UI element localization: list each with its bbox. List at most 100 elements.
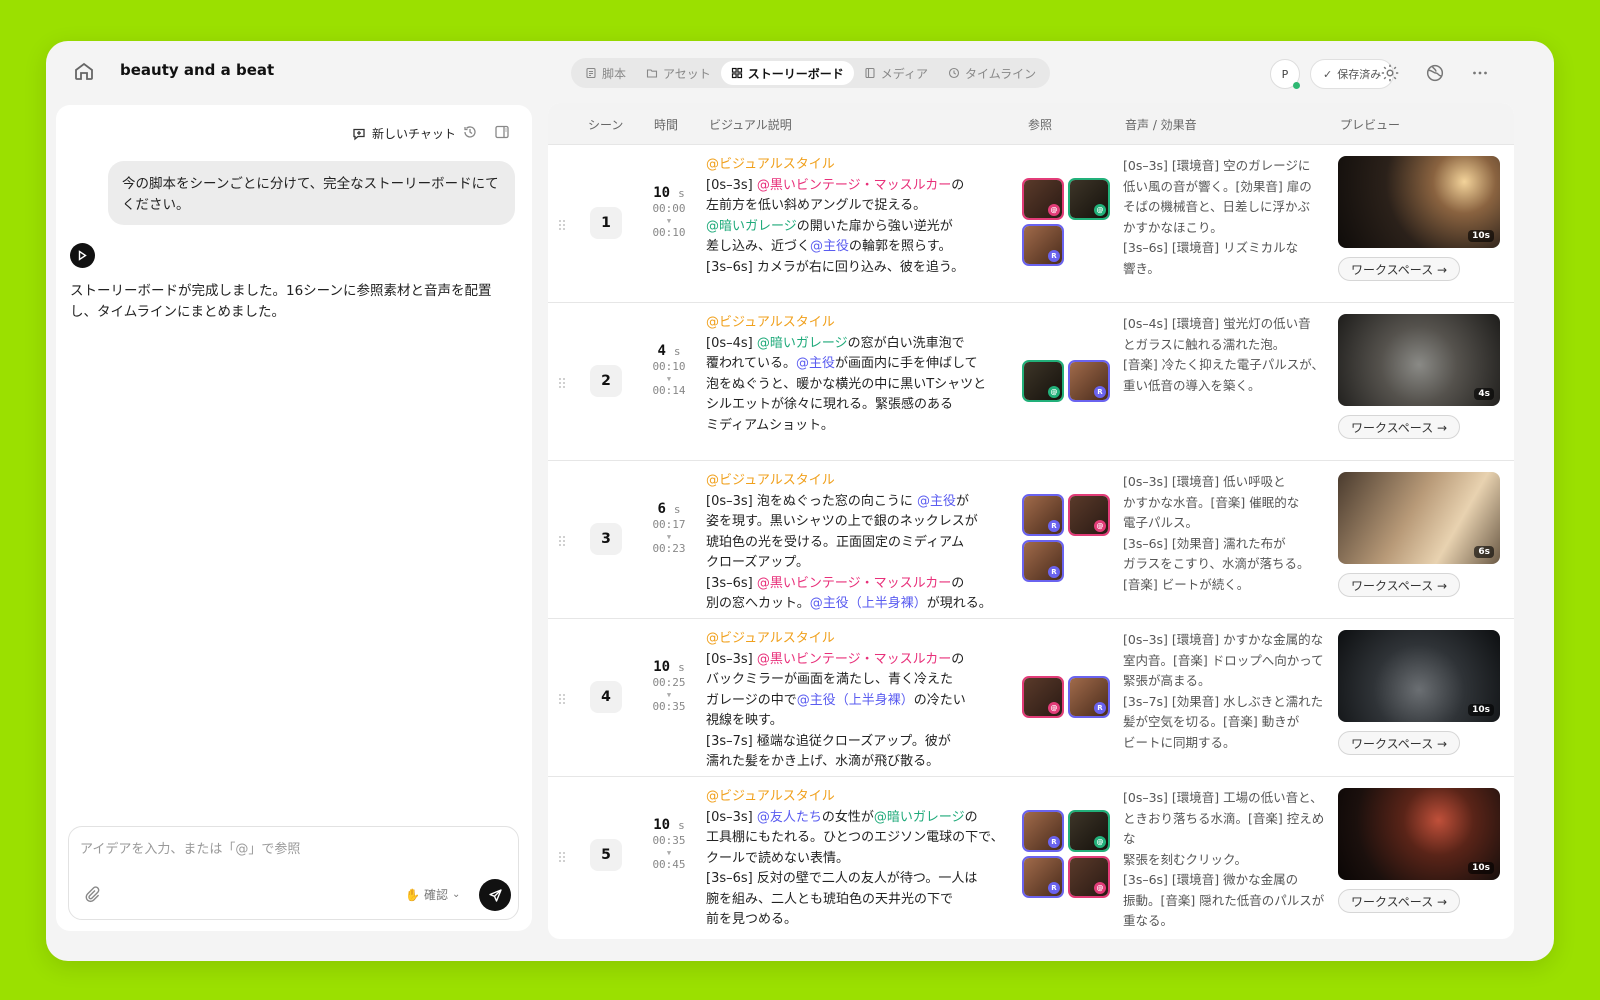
visual-text: [0s–4s]: [706, 335, 757, 351]
visual-line: 差し込み、近づく@主役の輪郭を照らす。: [706, 237, 1012, 258]
tab-media[interactable]: メディア: [854, 61, 938, 85]
reference-thumbnail[interactable]: R: [1022, 540, 1064, 582]
visual-line: [3s–6s] @黒いビンテージ・マッスルカーの: [706, 574, 1012, 595]
table-row: 4 10 s 00:25 ▼ 00:35 @ビジュアルスタイル [0s–3s] @黒いビンテー…: [548, 618, 1514, 776]
scene-duration: 10 s 00:00 ▼ 00:10: [644, 185, 694, 241]
reference-thumbnail[interactable]: @: [1068, 810, 1110, 852]
col-preview: プレビュー: [1340, 118, 1401, 132]
confirm-mode-dropdown[interactable]: ✋ 確認 ⌄: [405, 886, 460, 903]
send-button[interactable]: [479, 879, 511, 911]
visual-style-tag[interactable]: @ビジュアルスタイル: [706, 155, 1012, 176]
reference-thumbnail[interactable]: @: [1022, 676, 1064, 718]
scene-number: 1: [590, 207, 622, 239]
visual-style-tag[interactable]: @ビジュアルスタイル: [706, 471, 1012, 492]
reference-thumbnail[interactable]: @: [1068, 856, 1110, 898]
mention-tag[interactable]: @主役: [917, 494, 956, 509]
attach-paperclip-icon[interactable]: [83, 885, 101, 903]
settings-gear-icon[interactable]: [1379, 62, 1401, 84]
audio-line: [0s–3s] [環境音] 工場の低い音と、: [1123, 790, 1323, 805]
drag-handle-icon[interactable]: [558, 377, 566, 389]
visual-style-tag[interactable]: @ビジュアルスタイル: [706, 313, 1012, 334]
new-chat-button[interactable]: 新しいチャット: [352, 125, 456, 142]
audio-line: そばの機械音と、日差しに浮かぶ: [1123, 199, 1311, 214]
end-time: 00:35: [652, 700, 686, 713]
reference-thumbnail[interactable]: @: [1068, 178, 1110, 220]
more-menu-icon[interactable]: [1469, 62, 1491, 84]
visual-description: @ビジュアルスタイル [0s–3s] @黒いビンテージ・マッスルカーの バックミラー…: [706, 629, 1012, 773]
history-icon[interactable]: [462, 124, 478, 140]
workspace-button[interactable]: ワークスペース →: [1338, 257, 1461, 281]
audio-line: 電子パルス。: [1123, 515, 1199, 530]
visual-line: 泡をぬぐうと、暖かな横光の中に黒いTシャツと: [706, 375, 1012, 396]
panel-toggle-icon[interactable]: [494, 124, 510, 140]
workspace-button[interactable]: ワークスペース →: [1338, 415, 1461, 439]
tab-script[interactable]: 脚本: [575, 61, 636, 85]
mention-tag[interactable]: @主役: [796, 356, 835, 371]
preview-thumbnail[interactable]: 10s: [1338, 788, 1500, 880]
reference-thumbnail[interactable]: R: [1068, 360, 1110, 402]
preview-thumbnail[interactable]: 6s: [1338, 472, 1500, 564]
visual-line: ガレージの中で@主役（上半身裸）の冷たい: [706, 691, 1012, 712]
visual-text: の開いた扉から強い逆光が: [796, 218, 953, 234]
script-icon: [586, 67, 596, 79]
audio-line: かすかなほこり。: [1123, 219, 1223, 235]
mention-tag[interactable]: @黒いビンテージ・マッスルカー: [757, 178, 951, 193]
reference-thumbnail[interactable]: R: [1022, 494, 1064, 536]
tab-assets[interactable]: アセット: [636, 61, 721, 85]
col-time: 時間: [654, 118, 679, 132]
duration-unit: s: [678, 661, 685, 674]
mention-tag[interactable]: @黒いビンテージ・マッスルカー: [757, 652, 951, 667]
drag-handle-icon[interactable]: [558, 851, 566, 863]
reference-thumbnail[interactable]: R: [1022, 856, 1064, 898]
user-avatar[interactable]: P: [1270, 59, 1300, 89]
home-icon[interactable]: [72, 59, 96, 83]
audio-line: とガラスに触れる濡れた泡。: [1123, 336, 1286, 352]
assistant-play-icon: [78, 250, 87, 261]
mention-tag[interactable]: @暗いガレージ: [757, 336, 848, 351]
mention-tag[interactable]: @暗いガレージ: [874, 810, 965, 825]
reference-thumbnail[interactable]: @: [1022, 178, 1064, 220]
tab-storyboard[interactable]: ストーリーボード: [720, 61, 854, 85]
visual-line: バックミラーが画面を満たし、青く冷えた: [706, 670, 1012, 691]
mention-tag[interactable]: @友人たち: [757, 810, 822, 825]
visual-text: ガレージの中で: [706, 692, 797, 708]
visual-style-tag[interactable]: @ビジュアルスタイル: [706, 787, 1012, 808]
reference-thumbnail[interactable]: R: [1022, 810, 1064, 852]
reference-thumbnail[interactable]: @: [1068, 494, 1110, 536]
preview-thumbnail[interactable]: 4s: [1338, 314, 1500, 406]
visual-text: が: [956, 493, 970, 509]
scene-number: 4: [590, 681, 622, 713]
visual-text: 腕を組み、二人とも琥珀色の天井光の下で: [706, 891, 954, 907]
visual-text: 差し込み、近づく: [706, 239, 811, 254]
drag-handle-icon[interactable]: [558, 693, 566, 705]
visual-line: [3s–7s] 極端な追従クローズアップ。彼が: [706, 732, 1012, 753]
workspace-button[interactable]: ワークスペース →: [1338, 889, 1461, 913]
workspace-button[interactable]: ワークスペース →: [1338, 731, 1461, 755]
mention-tag[interactable]: @主役（上半身裸）: [810, 596, 927, 611]
chat-input[interactable]: [80, 837, 500, 861]
tab-timeline[interactable]: タイムライン: [938, 61, 1046, 85]
audio-description: [0s–3s] [環境音] 低い呼吸と かすかな水音。[音楽] 催眠的な 電子パルス…: [1123, 472, 1329, 595]
preview-thumbnail[interactable]: 10s: [1338, 156, 1500, 248]
mention-tag[interactable]: @主役: [810, 239, 849, 254]
preview-thumbnail[interactable]: 10s: [1338, 630, 1500, 722]
reference-thumbnail[interactable]: @: [1022, 360, 1064, 402]
visual-text: の輪郭を照らす。: [849, 239, 952, 254]
visual-text: バックミラーが画面を満たし、青く冷えた: [706, 672, 954, 687]
reference-thumbnail[interactable]: R: [1022, 224, 1064, 266]
drag-handle-icon[interactable]: [558, 219, 566, 231]
new-chat-label: 新しいチャット: [372, 127, 456, 141]
drag-handle-icon[interactable]: [558, 535, 566, 547]
visual-text: [0s–3s]: [706, 177, 757, 193]
globe-icon[interactable]: [1424, 62, 1446, 84]
send-icon: [488, 888, 502, 902]
visual-style-tag[interactable]: @ビジュアルスタイル: [706, 629, 1012, 650]
mention-tag[interactable]: @主役（上半身裸）: [797, 693, 914, 708]
mention-tag[interactable]: @黒いビンテージ・マッスルカー: [757, 576, 951, 591]
duration-value: 6: [657, 501, 666, 517]
reference-thumbnail[interactable]: R: [1068, 676, 1110, 718]
visual-line: [0s–3s] @友人たちの女性が@暗いガレージの: [706, 808, 1012, 829]
workspace-button[interactable]: ワークスペース →: [1338, 573, 1461, 597]
visual-line: 琥珀色の光を受ける。正面固定のミディアム: [706, 533, 1012, 554]
mention-tag[interactable]: @暗いガレージ: [706, 219, 797, 234]
